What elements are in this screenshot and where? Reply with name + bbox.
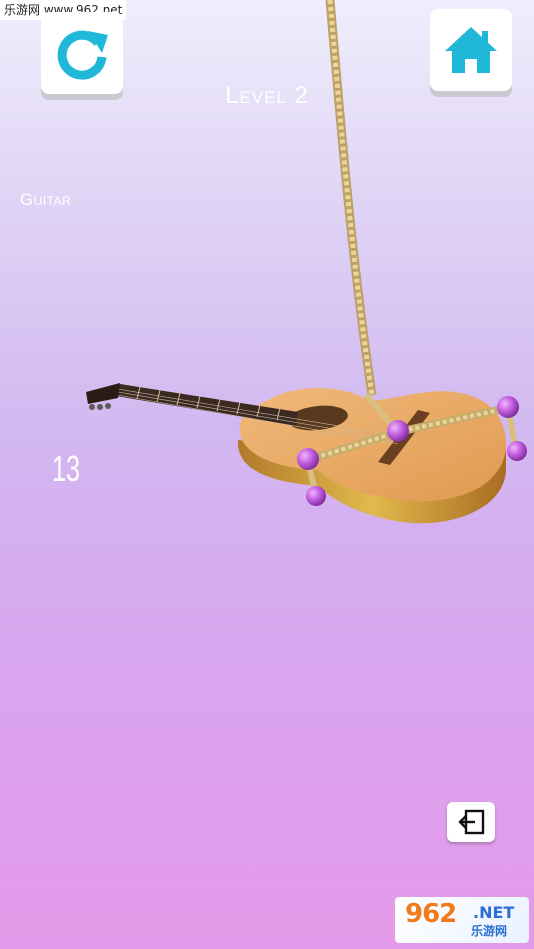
logo-number: 962 (405, 899, 457, 929)
logo-subtitle: 乐游网 (471, 924, 508, 938)
exit-button[interactable] (447, 802, 495, 842)
guitar-headstock (86, 383, 120, 404)
home-button[interactable] (430, 9, 512, 91)
home-icon (445, 27, 497, 73)
pin (387, 420, 409, 442)
exit-icon (458, 809, 485, 835)
guitar (86, 383, 507, 524)
logo-net: .NET (473, 903, 515, 922)
item-name: Guitar (20, 190, 72, 209)
site-logo: 962 .NET 乐游网 (395, 897, 529, 943)
level-label: Level 2 (225, 82, 309, 109)
pin (507, 441, 527, 461)
refresh-icon (57, 30, 108, 80)
pin (297, 448, 319, 470)
pin (497, 396, 519, 418)
move-counter: 13 (52, 448, 81, 489)
pin (306, 486, 326, 506)
